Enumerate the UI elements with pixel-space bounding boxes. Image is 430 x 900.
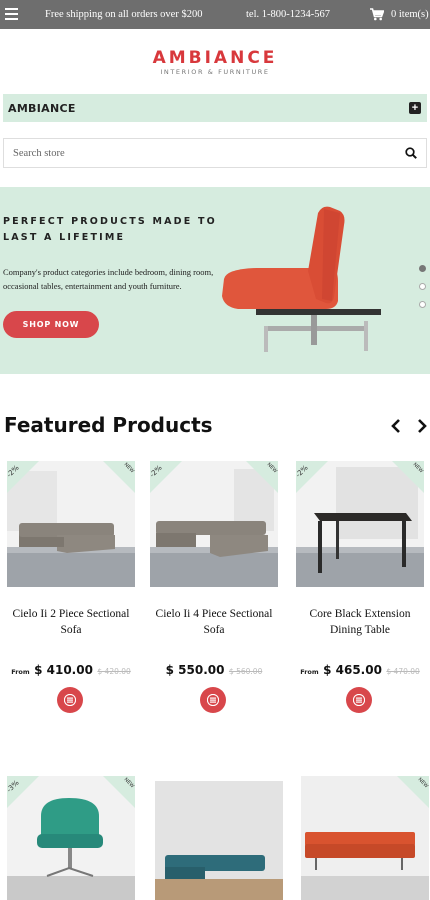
hero-banner: PERFECT PRODUCTS MADE TO LAST A LIFETIME… — [0, 187, 430, 374]
hamburger-list-icon — [64, 694, 76, 706]
featured-products-title: Featured Products — [4, 413, 213, 437]
product-name[interactable]: Cielo Ii 4 Piece Sectional Sofa — [146, 606, 282, 638]
search-box — [3, 138, 427, 168]
product-name-line2: Dining Table — [330, 624, 390, 636]
phone-number[interactable]: tel. 1-800-1234-567 — [246, 9, 330, 20]
menu-icon[interactable] — [5, 8, 18, 20]
product-price: $ 550.00 — [165, 663, 225, 677]
plus-icon[interactable]: + — [409, 102, 421, 114]
add-to-cart-button[interactable] — [200, 687, 226, 713]
search-icon[interactable] — [405, 147, 417, 159]
from-label: From — [11, 668, 30, 676]
product-price: $ 465.00 — [323, 663, 382, 677]
product-name-line2: Sofa — [203, 624, 225, 636]
hero-headline-line2: LAST A LIFETIME — [3, 232, 126, 243]
product-name-line1: Cielo Ii 4 Piece Sectional — [155, 608, 273, 620]
old-price: $ 420.00 — [97, 667, 131, 676]
product-name-line1: Cielo Ii 2 Piece Sectional — [12, 608, 130, 620]
arrow-left-icon[interactable] — [389, 418, 403, 434]
category-bar[interactable]: AMBIANCE + — [3, 94, 427, 122]
from-label: From — [300, 668, 319, 676]
price-line: From $ 465.00 $ 470.00 — [296, 661, 424, 679]
cart-icon[interactable] — [370, 8, 384, 21]
slider-dot-3[interactable] — [419, 301, 426, 308]
product-name-line2: Sofa — [60, 624, 82, 636]
arrow-right-icon[interactable] — [415, 418, 429, 434]
shop-now-button[interactable]: SHOP NOW — [3, 311, 99, 338]
product-name[interactable]: Cielo Ii 2 Piece Sectional Sofa — [3, 606, 139, 638]
category-bar-label: AMBIANCE — [8, 102, 76, 115]
slider-dot-1[interactable] — [419, 265, 426, 272]
product-name[interactable]: Core Black Extension Dining Table — [292, 606, 428, 638]
hamburger-list-icon — [207, 694, 219, 706]
product-image[interactable] — [155, 781, 283, 900]
product-name-line1: Core Black Extension — [309, 608, 411, 620]
price-line: $ 550.00 $ 560.00 — [150, 661, 278, 679]
logo-title[interactable]: AMBIANCE — [0, 48, 430, 68]
slider-dots — [419, 265, 429, 319]
logo-subtitle: INTERIOR & FURNITURE — [160, 68, 270, 76]
product-price: $ 410.00 — [34, 663, 93, 677]
price-line: From $ 410.00 $ 420.00 — [7, 661, 135, 679]
shipping-notice: Free shipping on all orders over $200 — [45, 9, 203, 20]
old-price: $ 560.00 — [228, 667, 263, 676]
hero-chair-image — [222, 206, 381, 352]
old-price: $ 470.00 — [386, 667, 420, 676]
slider-dot-2[interactable] — [419, 283, 426, 290]
add-to-cart-button[interactable] — [346, 687, 372, 713]
hamburger-list-icon — [353, 694, 365, 706]
hero-headline-line1: PERFECT PRODUCTS MADE TO — [3, 216, 217, 227]
top-bar: Free shipping on all orders over $200 te… — [0, 0, 430, 29]
cart-count[interactable]: 0 item(s) — [391, 9, 429, 20]
add-to-cart-button[interactable] — [57, 687, 83, 713]
search-input[interactable] — [4, 139, 394, 167]
hero-headline: PERFECT PRODUCTS MADE TO LAST A LIFETIME — [3, 214, 233, 246]
